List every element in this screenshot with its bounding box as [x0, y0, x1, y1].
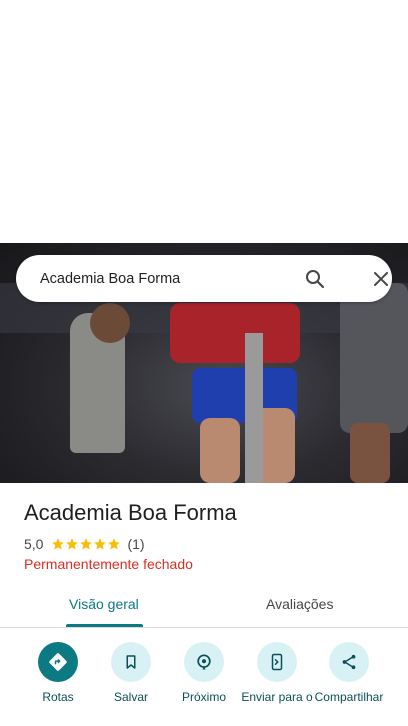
place-title: Academia Boa Forma	[24, 500, 237, 525]
rating-value: 5,0	[24, 536, 44, 552]
nearby-icon	[184, 642, 224, 682]
save-label: Salvar	[113, 690, 148, 704]
share-button[interactable]: Compartilhar	[313, 642, 385, 704]
send-to-phone-button[interactable]: Enviar para o	[240, 642, 314, 704]
share-icon	[329, 642, 369, 682]
search-bar[interactable]: Academia Boa Forma	[16, 255, 392, 302]
send-to-phone-label: Enviar para o	[241, 690, 313, 704]
search-icon[interactable]	[303, 267, 327, 291]
directions-button[interactable]: Rotas	[21, 642, 95, 704]
search-input[interactable]: Academia Boa Forma	[40, 271, 180, 287]
tab-bar: Visão geral Avaliações	[0, 586, 408, 628]
star-icon	[66, 538, 79, 550]
save-button[interactable]: Salvar	[94, 642, 168, 704]
nearby-label: Próximo	[181, 690, 226, 704]
star-icon	[52, 538, 65, 550]
directions-label: Rotas	[42, 690, 74, 704]
status-text: Permanentemente fechado	[24, 556, 193, 572]
star-icon	[94, 538, 107, 550]
nearby-button[interactable]: Próximo	[167, 642, 241, 704]
rating-row[interactable]: 5,0 (1)	[24, 536, 145, 552]
map-area[interactable]	[0, 0, 408, 243]
star-icon	[80, 538, 93, 550]
close-icon[interactable]	[369, 267, 393, 291]
bookmark-icon	[111, 642, 151, 682]
active-tab-indicator	[66, 624, 143, 627]
send-to-phone-icon	[257, 642, 297, 682]
star-rating	[51, 537, 121, 551]
directions-icon	[38, 642, 78, 682]
star-icon	[108, 538, 121, 550]
review-count[interactable]: (1)	[127, 536, 144, 552]
tab-overview[interactable]: Visão geral	[69, 596, 139, 612]
tab-reviews[interactable]: Avaliações	[266, 596, 333, 612]
share-label: Compartilhar	[314, 690, 384, 704]
